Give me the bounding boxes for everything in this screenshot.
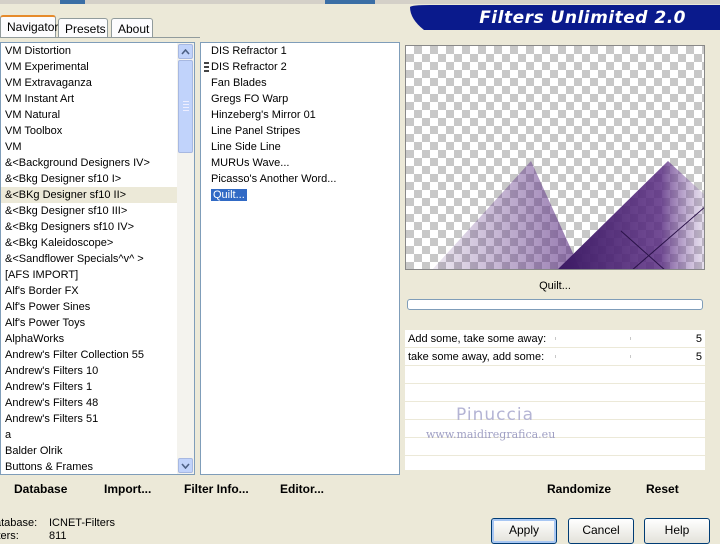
filter-info-button[interactable]: Filter Info... bbox=[184, 482, 249, 496]
filter-item[interactable]: Picasso's Another Word... bbox=[201, 171, 399, 187]
param-row-empty bbox=[405, 384, 705, 402]
filter-item[interactable]: DIS Refractor 1 bbox=[201, 43, 399, 59]
category-item[interactable]: VM Extravaganza bbox=[1, 75, 194, 91]
tab-about[interactable]: About bbox=[111, 18, 153, 37]
tab-divider bbox=[0, 37, 200, 38]
filter-item[interactable]: Line Panel Stripes bbox=[201, 123, 399, 139]
filter-item[interactable]: DIS Refractor 2 bbox=[201, 59, 399, 75]
preview-filter-name: Quilt... bbox=[539, 280, 571, 292]
filter-item[interactable]: Quilt... bbox=[201, 187, 399, 203]
preview-actions-bar: Randomize Reset bbox=[405, 477, 705, 502]
category-scrollbar[interactable] bbox=[177, 43, 194, 474]
category-list[interactable]: VM Distortion VM Experimental VM Extravaga… bbox=[0, 42, 195, 475]
tab-bar: Navigator Presets About bbox=[0, 15, 400, 37]
filter-item[interactable]: Hinzeberg's Mirror 01 bbox=[201, 107, 399, 123]
database-label: atabase: bbox=[0, 517, 38, 529]
list-actions-bar: Database Import... Filter Info... Editor… bbox=[0, 477, 400, 502]
category-item[interactable]: Andrew's Filters 51 bbox=[1, 411, 194, 427]
category-item[interactable]: Alf's Power Sines bbox=[1, 299, 194, 315]
category-item[interactable]: &<Bkg Designer sf10 III> bbox=[1, 203, 194, 219]
reset-button[interactable]: Reset bbox=[646, 482, 679, 496]
chevron-down-icon bbox=[181, 462, 190, 469]
category-item[interactable]: Buttons & Frames bbox=[1, 459, 194, 474]
param-row[interactable]: Add some, take some away: 5 bbox=[405, 330, 705, 348]
category-item[interactable]: Alf's Border FX bbox=[1, 283, 194, 299]
category-item[interactable]: &<Bkg Designer sf10 I> bbox=[1, 171, 194, 187]
database-button[interactable]: Database bbox=[14, 482, 67, 496]
help-button[interactable]: Help bbox=[644, 518, 710, 544]
category-item[interactable]: Andrew's Filters 10 bbox=[1, 363, 194, 379]
param-row-empty bbox=[405, 402, 705, 420]
category-item[interactable]: &<Bkg Kaleidoscope> bbox=[1, 235, 194, 251]
watermark-url: www.maidiregrafica.eu bbox=[426, 428, 556, 441]
import-button[interactable]: Import... bbox=[104, 482, 151, 496]
database-value: ICNET-Filters bbox=[49, 517, 115, 529]
tab-presets[interactable]: Presets bbox=[58, 18, 108, 37]
category-item[interactable]: &<Sandflower Specials^v^ > bbox=[1, 251, 194, 267]
param-label: Add some, take some away: bbox=[408, 333, 547, 345]
category-item[interactable]: &<Bkg Designers sf10 IV> bbox=[1, 219, 194, 235]
parameter-panel: Add some, take some away: 5 take some aw… bbox=[405, 330, 705, 470]
filter-list[interactable]: DIS Refractor 1 DIS Refractor 2 Fan Blades… bbox=[200, 42, 400, 475]
editor-button[interactable]: Editor... bbox=[280, 482, 324, 496]
top-strip-segment bbox=[325, 0, 375, 4]
filter-item[interactable]: Line Side Line bbox=[201, 139, 399, 155]
cancel-button[interactable]: Cancel bbox=[568, 518, 634, 544]
category-item[interactable]: VM Experimental bbox=[1, 59, 194, 75]
window-top-strip bbox=[0, 0, 720, 4]
param-value: 5 bbox=[695, 333, 702, 345]
randomize-button[interactable]: Randomize bbox=[547, 482, 611, 496]
category-item[interactable]: Balder Olrik bbox=[1, 443, 194, 459]
filter-item[interactable]: Gregs FO Warp bbox=[201, 91, 399, 107]
category-item[interactable]: a bbox=[1, 427, 194, 443]
category-item[interactable]: VM Natural bbox=[1, 107, 194, 123]
category-item[interactable]: Alf's Power Toys bbox=[1, 315, 194, 331]
category-item[interactable]: [AFS IMPORT] bbox=[1, 267, 194, 283]
filter-item[interactable]: MURUs Wave... bbox=[201, 155, 399, 171]
category-item[interactable]: &<BKg Designer sf10 II> bbox=[1, 187, 194, 203]
category-item[interactable]: VM Distortion bbox=[1, 43, 194, 59]
filters-count-value: 811 bbox=[49, 530, 67, 542]
category-item[interactable]: &<Background Designers IV> bbox=[1, 155, 194, 171]
category-item[interactable]: Andrew's Filter Collection 55 bbox=[1, 347, 194, 363]
scroll-thumb[interactable] bbox=[178, 60, 193, 153]
tab-navigator[interactable]: Navigator bbox=[0, 15, 58, 37]
category-item[interactable]: VM Instant Art bbox=[1, 91, 194, 107]
top-strip-segment bbox=[60, 0, 85, 4]
scroll-up-button[interactable] bbox=[178, 44, 193, 59]
param-row-empty bbox=[405, 366, 705, 384]
category-item[interactable]: AlphaWorks bbox=[1, 331, 194, 347]
filter-item[interactable]: Fan Blades bbox=[201, 75, 399, 91]
filter-preview bbox=[405, 45, 705, 270]
filters-count-label: lters: bbox=[0, 530, 19, 542]
param-label: take some away, add some: bbox=[408, 351, 545, 363]
category-item[interactable]: Andrew's Filters 1 bbox=[1, 379, 194, 395]
list-cursor-marker bbox=[204, 62, 209, 72]
watermark-name: Pinuccia bbox=[456, 405, 534, 425]
apply-button[interactable]: Apply bbox=[491, 518, 557, 544]
chevron-up-icon bbox=[181, 48, 190, 55]
scroll-down-button[interactable] bbox=[178, 458, 193, 473]
app-title: Filters Unlimited 2.0 bbox=[479, 8, 686, 28]
category-item[interactable]: VM Toolbox bbox=[1, 123, 194, 139]
param-value: 5 bbox=[695, 351, 702, 363]
progress-bar bbox=[407, 299, 703, 310]
filter-item-label: Quilt... bbox=[211, 189, 247, 201]
category-item[interactable]: VM bbox=[1, 139, 194, 155]
preview-image bbox=[432, 161, 704, 269]
app-banner: Filters Unlimited 2.0 bbox=[410, 5, 720, 30]
param-row[interactable]: take some away, add some: 5 bbox=[405, 348, 705, 366]
filter-rows: DIS Refractor 1 DIS Refractor 2 Fan Blades… bbox=[201, 43, 399, 203]
category-item[interactable]: Andrew's Filters 48 bbox=[1, 395, 194, 411]
category-rows: VM Distortion VM Experimental VM Extravaga… bbox=[1, 43, 194, 474]
